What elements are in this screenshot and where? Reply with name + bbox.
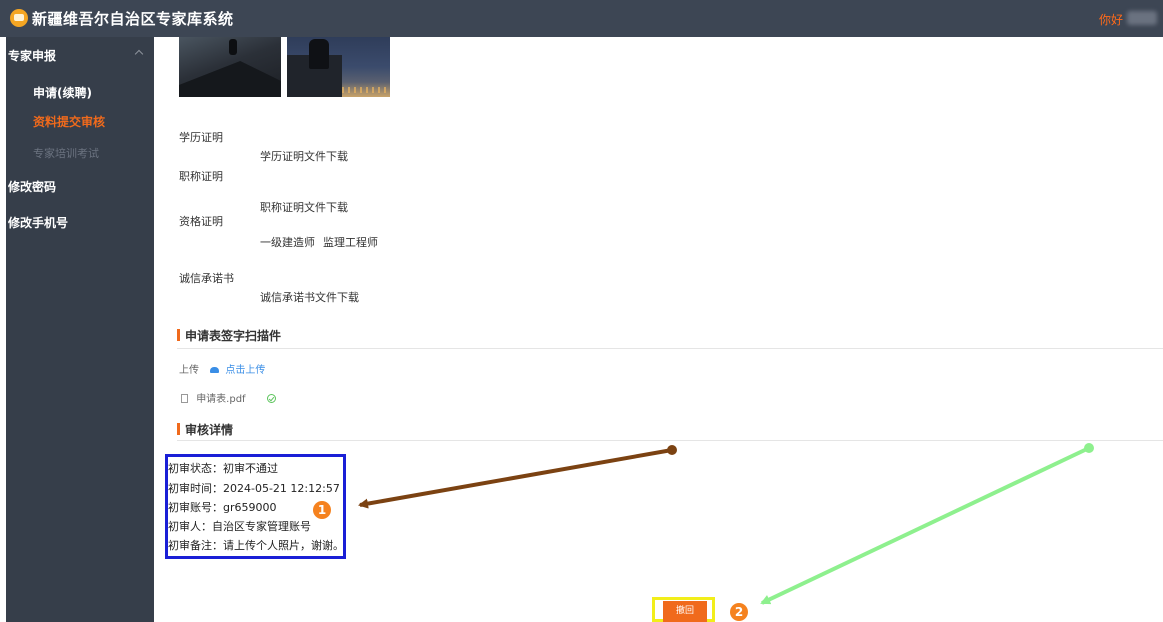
upload-link[interactable]: 点击上传 <box>225 365 265 376</box>
title-cert-label: 职称证明 <box>179 170 223 183</box>
sidebar-item-training-exam[interactable]: 专家培训考试 <box>33 145 99 161</box>
upload-label: 上传 <box>179 365 199 376</box>
cloud-upload-icon[interactable] <box>210 367 220 373</box>
personal-photo-2 <box>287 37 390 97</box>
qualification-value-2[interactable]: 监理工程师 <box>323 236 378 249</box>
sidebar: 专家申报 申请(续聘) 资料提交审核 专家培训考试 修改密码 修改手机号 <box>6 37 154 622</box>
withdraw-button[interactable]: 撤回 <box>663 601 707 622</box>
app-title: 新疆维吾尔自治区专家库系统 <box>32 10 234 28</box>
annotation-badge-2: 2 <box>730 603 748 621</box>
greeting-text: 你好 <box>1098 13 1123 27</box>
section-title-review-detail: 审核详情 <box>177 421 233 438</box>
chevron-up-icon[interactable] <box>134 49 144 59</box>
integrity-letter-label: 诚信承诺书 <box>179 272 234 285</box>
personal-photo-1 <box>179 37 281 97</box>
education-cert-download-link[interactable]: 学历证明文件下载 <box>260 148 348 164</box>
sidebar-group-expert-application[interactable]: 专家申报 <box>8 47 56 64</box>
qualification-cert-values: 一级建造师 监理工程师 <box>260 234 378 250</box>
divider <box>177 440 1163 441</box>
title-cert-download-link[interactable]: 职称证明文件下载 <box>260 199 348 215</box>
qualification-value-1[interactable]: 一级建造师 <box>260 236 315 249</box>
education-cert-label: 学历证明 <box>179 131 223 144</box>
upload-row: 上传 点击上传 <box>179 361 265 376</box>
sidebar-item-change-password[interactable]: 修改密码 <box>8 178 56 195</box>
file-icon <box>181 394 188 403</box>
integrity-letter-download-link[interactable]: 诚信承诺书文件下载 <box>260 289 359 305</box>
sidebar-item-apply-renew[interactable]: 申请(续聘) <box>33 84 92 101</box>
sidebar-item-material-review[interactable]: 资料提交审核 <box>33 113 105 130</box>
top-header: 新疆维吾尔自治区专家库系统 你好 <box>0 0 1163 37</box>
sidebar-item-change-phone[interactable]: 修改手机号 <box>8 214 68 231</box>
user-name-blurred[interactable] <box>1127 11 1157 25</box>
uploaded-file-name[interactable]: 申请表.pdf <box>196 394 245 405</box>
check-circle-icon <box>266 394 276 403</box>
section-title-signed-scan: 申请表签字扫描件 <box>177 327 281 344</box>
uploaded-file-row: 申请表.pdf <box>181 390 276 405</box>
qualification-cert-label: 资格证明 <box>179 215 223 228</box>
divider <box>177 348 1163 349</box>
main-content: 学历证明 学历证明文件下载 职称证明 职称证明文件下载 资格证明 一级建造师 监理… <box>154 37 1163 622</box>
annotation-badge-1: 1 <box>313 501 331 519</box>
logo-icon <box>10 9 28 27</box>
